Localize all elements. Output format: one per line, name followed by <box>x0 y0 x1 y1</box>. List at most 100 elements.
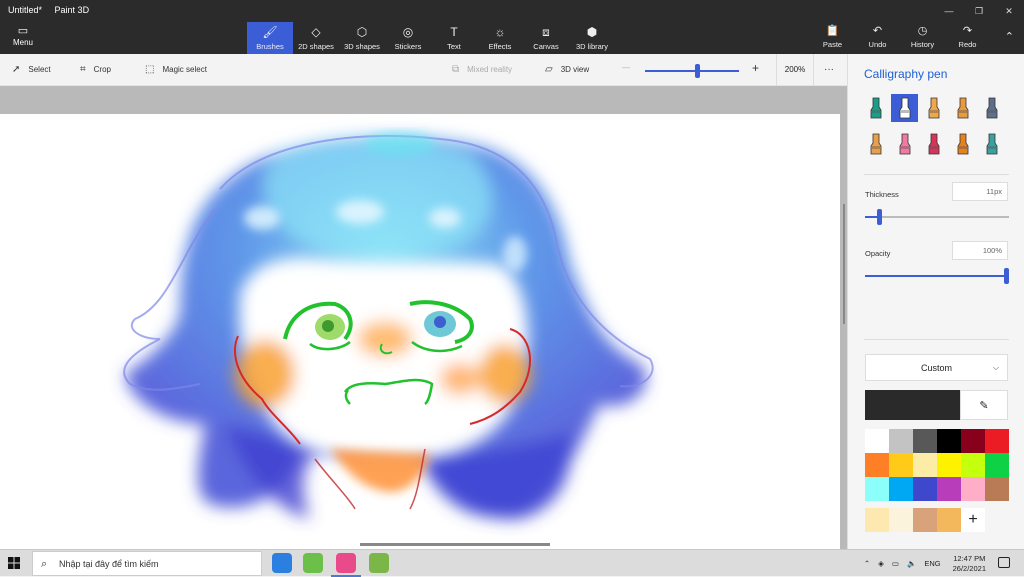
color-swatch[interactable] <box>961 429 985 453</box>
zoom-out-button[interactable]: — <box>622 63 630 72</box>
custom-color-swatch[interactable] <box>865 508 889 532</box>
brush-fill[interactable] <box>978 130 1005 158</box>
select-button[interactable]: ➚ Select <box>12 64 51 75</box>
color-swatch[interactable] <box>961 477 985 501</box>
custom-color-swatch[interactable] <box>889 508 913 532</box>
opacity-slider[interactable] <box>865 268 1009 284</box>
action-label: Undo <box>868 40 887 49</box>
oil-brush-icon <box>928 97 939 119</box>
color-palette <box>865 429 1009 501</box>
tab-3d-library[interactable]: ⬢ 3D library <box>569 22 615 54</box>
color-swatch[interactable] <box>913 429 937 453</box>
color-swatch[interactable] <box>937 477 961 501</box>
vertical-scrollbar[interactable] <box>843 204 845 324</box>
paste-button[interactable]: 📋 Paste <box>810 24 855 49</box>
tab-brushes[interactable]: 🖌 Brushes <box>247 22 293 54</box>
color-swatch[interactable] <box>865 429 889 453</box>
tab-3d-shapes[interactable]: ⬡ 3D shapes <box>339 22 385 54</box>
clock[interactable]: 12:47 PM 26/2/2021 <box>953 554 986 574</box>
color-swatch[interactable] <box>961 453 985 477</box>
more-options-button[interactable]: ··· <box>824 64 834 75</box>
brush-oil-brush[interactable] <box>920 94 947 122</box>
collapse-toolbar-icon[interactable]: ⌃ <box>1005 30 1014 43</box>
taskbar-app-app-green[interactable] <box>303 553 323 573</box>
spray-can-icon <box>957 133 968 155</box>
maximize-button[interactable]: ❐ <box>964 2 994 20</box>
undo-button[interactable]: ↶ Undo <box>855 24 900 49</box>
chevron-down-icon: ⌵ <box>992 363 999 372</box>
tab-effects[interactable]: ☼ Effects <box>477 22 523 54</box>
thickness-slider[interactable] <box>865 209 1009 225</box>
color-swatch[interactable] <box>865 477 889 501</box>
color-swatch[interactable] <box>913 453 937 477</box>
color-swatch[interactable] <box>865 453 889 477</box>
custom-color-swatch[interactable] <box>913 508 937 532</box>
tab-canvas[interactable]: ⧈ Canvas <box>523 22 569 54</box>
crop-button[interactable]: ⌗ Crop <box>80 64 111 75</box>
brush-pencil[interactable] <box>862 130 889 158</box>
3d-view-button[interactable]: ▱ 3D view <box>545 64 589 75</box>
horizontal-scrollbar[interactable] <box>360 543 550 546</box>
undo-icon: ↶ <box>872 25 883 37</box>
tab-2d-shapes[interactable]: ◇ 2D shapes <box>293 22 339 54</box>
thickness-field[interactable]: 11px <box>952 182 1008 201</box>
add-color-button[interactable]: + <box>961 508 985 532</box>
chevron-up-icon[interactable]: ⌃ <box>864 559 870 568</box>
color-swatch[interactable] <box>889 429 913 453</box>
document-title: Untitled* <box>8 5 43 15</box>
zoom-slider-thumb[interactable] <box>694 64 700 78</box>
current-color-swatch[interactable] <box>865 390 960 420</box>
mixed-reality-button[interactable]: ⧉ Mixed reality <box>452 64 512 75</box>
magic-select-button[interactable]: ⬚ Magic select <box>145 64 207 75</box>
custom-color-swatch[interactable] <box>937 508 961 532</box>
taskbar-app-paint-3d[interactable] <box>331 553 361 577</box>
taskbar-search[interactable]: ⌕ Nhập tại đây để tìm kiếm <box>32 551 262 576</box>
brush-watercolor[interactable] <box>949 94 976 122</box>
tab-stickers[interactable]: ◎ Stickers <box>385 22 431 54</box>
brush-pixel-pen[interactable] <box>978 94 1005 122</box>
action-label: Redo <box>958 40 977 49</box>
brush-marker[interactable] <box>862 94 889 122</box>
color-swatch[interactable] <box>985 429 1009 453</box>
network-icon[interactable]: ▭ <box>892 559 899 568</box>
color-swatch[interactable] <box>985 453 1009 477</box>
brush-spray-can[interactable] <box>949 130 976 158</box>
windows-start-icon[interactable] <box>8 557 20 569</box>
minimize-button[interactable]: — <box>934 2 964 20</box>
thickness-thumb[interactable] <box>877 209 883 225</box>
calligraphy-pen-icon <box>899 97 910 119</box>
zoom-slider[interactable] <box>645 64 739 78</box>
menu-button[interactable]: ▭ Menu <box>8 24 38 52</box>
taskbar-app-zalo[interactable] <box>272 553 292 573</box>
color-swatch[interactable] <box>889 453 913 477</box>
tab-text[interactable]: T Text <box>431 22 477 54</box>
close-button[interactable]: ✕ <box>994 2 1024 20</box>
eyedropper-button[interactable]: ✎ <box>960 390 1008 420</box>
effects-icon: ☼ <box>494 25 506 39</box>
redo-button[interactable]: ↷ Redo <box>945 24 990 49</box>
taskbar-app-bluestacks[interactable] <box>369 553 389 573</box>
color-swatch[interactable] <box>985 477 1009 501</box>
opacity-field[interactable]: 100% <box>952 241 1008 260</box>
language-indicator[interactable]: ENG <box>924 559 940 568</box>
zoom-value[interactable]: 200% <box>776 54 814 86</box>
notification-icon[interactable] <box>998 557 1010 568</box>
volume-icon[interactable]: 🔈 <box>907 559 916 568</box>
history-button[interactable]: ◷ History <box>900 24 945 49</box>
panel-title: Calligraphy pen <box>864 67 948 81</box>
opacity-thumb[interactable] <box>1004 268 1009 284</box>
color-swatch[interactable] <box>889 477 913 501</box>
brush-crayon[interactable] <box>920 130 947 158</box>
color-swatch[interactable] <box>913 477 937 501</box>
color-swatch[interactable] <box>937 429 961 453</box>
shapes-2d-icon: ◇ <box>311 25 321 39</box>
color-swatch[interactable] <box>937 453 961 477</box>
brush-calligraphy-pen[interactable] <box>891 94 918 122</box>
drawing-canvas[interactable] <box>0 114 840 549</box>
cube-icon: ⬡ <box>356 25 368 39</box>
app-tray-icon[interactable]: ◈ <box>878 559 884 568</box>
zoom-in-button[interactable]: + <box>752 61 759 75</box>
color-mode-dropdown[interactable]: Custom ⌵ <box>865 354 1008 381</box>
workspace <box>0 86 847 549</box>
brush-eraser[interactable] <box>891 130 918 158</box>
